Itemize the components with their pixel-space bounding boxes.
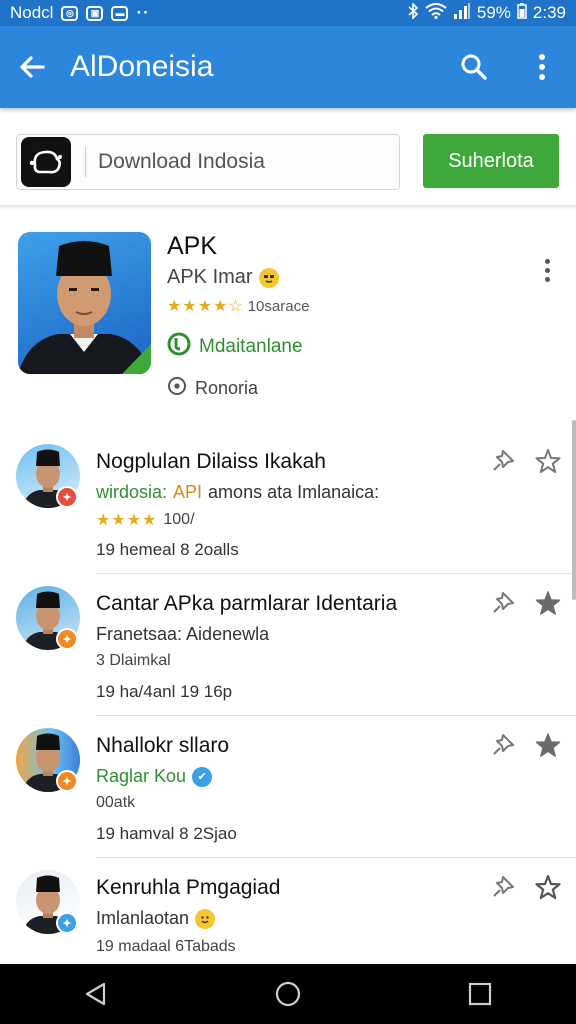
list-item-title: Nhallokr sllaro: [96, 734, 230, 757]
verified-badge-icon: ✔: [192, 766, 213, 787]
list-item[interactable]: ✦ Cantar APka parmlarar Identaria Franet…: [0, 574, 576, 716]
featured-app-title: APK: [167, 232, 218, 260]
app-badge-icon: ✦: [56, 628, 78, 650]
pin-icon[interactable]: [490, 590, 516, 616]
featured-app-location: Ronoria: [167, 376, 258, 401]
star-filled-icon[interactable]: [535, 590, 561, 616]
list-item-description: Franetsaa: Aidenewla: [96, 624, 270, 644]
battery-icon: [517, 2, 527, 24]
star-filled-icon[interactable]: [535, 732, 561, 758]
more-vert-icon[interactable]: [508, 26, 576, 108]
list-item-subtext: 00atk: [96, 794, 136, 811]
list-item-desc-prefix: wirdosia:: [96, 482, 168, 502]
list-item-title: Cantar APka parmlarar Identaria: [96, 592, 398, 615]
nav-recents-icon[interactable]: [450, 964, 510, 1024]
location-icon: [167, 376, 187, 401]
star-outline-icon[interactable]: [535, 448, 561, 474]
list-item[interactable]: ✦ Nogplulan Dilaiss Ikakah wirdosia: API…: [0, 432, 576, 574]
emoji-icon: [258, 267, 279, 288]
status-bar: Nodcl ◎ ▣ ▬ ·· 59% 2:39: [0, 0, 576, 26]
list-item-rating: ★★★★ 100/: [96, 510, 195, 530]
app-badge-icon: ✦: [56, 486, 78, 508]
search-divider: [85, 147, 86, 177]
pin-icon[interactable]: [490, 874, 516, 900]
nav-back-icon[interactable]: [66, 964, 126, 1024]
featured-more-icon[interactable]: [535, 254, 559, 286]
app-logo-icon: [21, 137, 71, 187]
list-item-desc-text: Imlanlaotan: [96, 908, 190, 928]
list-item-desc-suffix: amons ata Imlanaica:: [208, 482, 380, 502]
rating-stars-icon: ★★★★: [96, 512, 158, 529]
app-badge-icon: ✦: [56, 770, 78, 792]
back-arrow-icon[interactable]: [0, 26, 64, 108]
search-icon[interactable]: [440, 26, 508, 108]
list-item[interactable]: ✦ Nhallokr sllaro Raglar Kou ✔ 00atk 19 …: [0, 716, 576, 858]
emoji-icon: [195, 908, 216, 929]
featured-app-image: [18, 232, 151, 374]
bluetooth-icon: [407, 1, 419, 24]
list-item-desc-highlight: API: [173, 482, 203, 502]
app-list: ✦ Nogplulan Dilaiss Ikakah wirdosia: API…: [0, 432, 576, 1000]
signal-icon: [453, 2, 471, 24]
featured-app-subtitle-row: APK Imar: [167, 266, 279, 289]
list-item-description: Imlanlaotan: [96, 908, 216, 929]
app-badge-icon: ✦: [56, 912, 78, 934]
rating-stars-icon: ★★★★☆: [167, 298, 244, 315]
featured-app-location-label: Ronoria: [195, 378, 259, 398]
list-item-meta: 19 ha/4anl 19 16p: [96, 682, 233, 701]
search-card: Download Indosia Suherlota: [0, 118, 576, 206]
pin-icon[interactable]: [490, 732, 516, 758]
list-item-description: wirdosia: API amons ata Imlanaica:: [96, 482, 379, 503]
list-item-meta: 19 hamval 8 2Sjao: [96, 824, 237, 843]
featured-app-card[interactable]: APK APK Imar ★★★★☆ 10sarace Mdaitanlane …: [0, 216, 576, 412]
search-input[interactable]: Download Indosia: [16, 134, 400, 190]
list-item-title: Nogplulan Dilaiss Ikakah: [96, 450, 326, 473]
search-text: Download Indosia: [98, 150, 265, 173]
message-notification-icon: ▬: [111, 5, 129, 21]
scrollbar[interactable]: [572, 420, 576, 600]
list-item-meta: 19 madaal 6Tabads: [96, 938, 236, 955]
carrier-label: Nodcl: [10, 3, 54, 22]
wifi-icon: [425, 2, 447, 24]
list-item-title: Kenruhla Pmgagiad: [96, 876, 281, 899]
navigation-bar: [0, 964, 576, 1024]
more-notifications-icon: ··: [136, 3, 150, 22]
featured-app-install-status[interactable]: Mdaitanlane: [167, 332, 303, 362]
notification-icon: ◎: [61, 5, 79, 21]
search-submit-button[interactable]: Suherlota: [423, 134, 559, 188]
list-item-desc-text: Raglar Kou: [96, 766, 187, 786]
featured-app-rating-text: 10sarace: [247, 297, 310, 315]
list-item-meta: 19 hemeal 8 2oalls: [96, 540, 239, 559]
featured-app-install-label: Mdaitanlane: [199, 336, 303, 357]
nav-home-icon[interactable]: [258, 964, 318, 1024]
battery-level: 59%: [476, 3, 511, 22]
list-item-subtext: 3 Dlaimkal: [96, 652, 171, 669]
app-bar-title: AlDoneisia: [70, 50, 214, 83]
clock: 2:39: [532, 3, 566, 22]
star-outline-icon[interactable]: [535, 874, 561, 900]
list-item-rating-count: 100/: [163, 511, 195, 528]
lock-notification-icon: ▣: [86, 5, 104, 21]
featured-app-rating: ★★★★☆ 10sarace: [167, 296, 309, 316]
app-bar: AlDoneisia: [0, 26, 576, 108]
installed-check-icon: [167, 332, 191, 362]
list-item-description: Raglar Kou ✔: [96, 766, 213, 787]
featured-app-subtitle: APK Imar: [167, 266, 253, 288]
pin-icon[interactable]: [490, 448, 516, 474]
